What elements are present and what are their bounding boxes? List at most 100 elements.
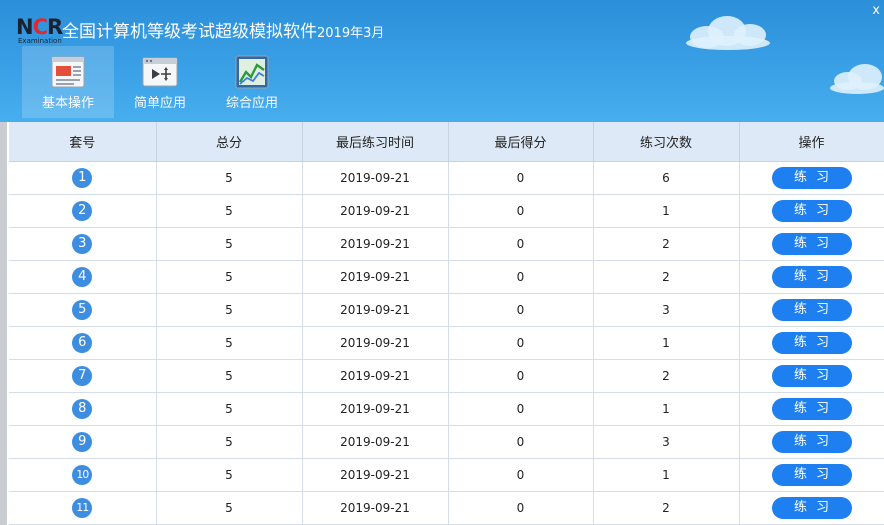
table-row[interactable]: 4 5 2019-09-21 0 2 练习 [9,260,884,294]
total-score-cell: 5 [156,359,303,393]
last-practice-time-cell: 2019-09-21 [302,326,449,360]
action-cell: 练习 [739,458,884,492]
practice-button[interactable]: 练习 [771,496,852,519]
total-score-cell: 5 [156,326,303,360]
action-cell: 练习 [739,359,884,393]
last-score-cell: 0 [448,227,594,261]
logo-letters: NCR [16,15,63,39]
practice-count-cell: 3 [593,293,740,327]
practice-button[interactable]: 练习 [771,232,852,255]
table-header-row: 套号 总分 最后练习时间 最后得分 练习次数 操作 [9,122,884,162]
tab-simple-application[interactable]: 简单应用 [114,46,206,118]
column-header-last-score[interactable]: 最后得分 [448,122,594,162]
practice-count-cell: 2 [593,491,740,525]
action-cell: 练习 [739,194,884,228]
table-row[interactable]: 1 5 2019-09-21 0 6 练习 [9,161,884,195]
table-row[interactable]: 3 5 2019-09-21 0 2 练习 [9,227,884,261]
practice-count-cell: 2 [593,227,740,261]
total-score-cell: 5 [156,458,303,492]
practice-button[interactable]: 练习 [771,199,852,222]
action-cell: 练习 [739,293,884,327]
table-row[interactable]: 2 5 2019-09-21 0 1 练习 [9,194,884,228]
set-number-badge: 4 [72,266,93,287]
last-score-cell: 0 [448,491,594,525]
last-practice-time-cell: 2019-09-21 [302,194,449,228]
action-cell: 练习 [739,161,884,195]
set-number-cell: 2 [9,194,157,228]
last-score-cell: 0 [448,326,594,360]
last-score-cell: 0 [448,161,594,195]
practice-button[interactable]: 练习 [771,331,852,354]
practice-button[interactable]: 练习 [771,430,852,453]
set-number-badge: 9 [72,431,93,452]
tab-comprehensive-application-label: 综合应用 [225,96,278,111]
ncre-logo: NCR Examination [16,15,63,46]
action-cell: 练习 [739,392,884,426]
last-practice-time-cell: 2019-09-21 [302,392,449,426]
set-number-badge: 7 [72,365,93,386]
comprehensive-application-icon [235,55,269,89]
last-score-cell: 0 [448,194,594,228]
tab-comprehensive-application[interactable]: 综合应用 [206,46,298,118]
table-row[interactable]: 6 5 2019-09-21 0 1 练习 [9,326,884,360]
table-row[interactable]: 5 5 2019-09-21 0 3 练习 [9,293,884,327]
last-score-cell: 0 [448,260,594,294]
column-header-total-score[interactable]: 总分 [156,122,303,162]
table-row[interactable]: 11 5 2019-09-21 0 2 练习 [9,491,884,525]
tab-basic-operation[interactable]: 基本操作 [22,46,114,118]
total-score-cell: 5 [156,260,303,294]
close-icon[interactable]: x [872,4,880,17]
practice-button[interactable]: 练习 [771,265,852,288]
action-cell: 练习 [739,326,884,360]
practice-count-cell: 1 [593,458,740,492]
action-cell: 练习 [739,491,884,525]
basic-operation-icon [51,56,85,88]
set-number-cell: 3 [9,227,157,261]
last-score-cell: 0 [448,425,594,459]
practice-button[interactable]: 练习 [771,463,852,486]
app-title-date: 2019年3月 [317,26,385,41]
total-score-cell: 5 [156,425,303,459]
set-number-cell: 9 [9,425,157,459]
practice-button[interactable]: 练习 [771,166,852,189]
set-number-cell: 10 [9,458,157,492]
table-row[interactable]: 8 5 2019-09-21 0 1 练习 [9,392,884,426]
last-practice-time-cell: 2019-09-21 [302,227,449,261]
set-number-badge: 1 [72,167,93,188]
table-body: 1 5 2019-09-21 0 6 练习 2 5 2019-09-21 0 1 练习 3 5 2019-0… [9,161,884,525]
table-row[interactable]: 10 5 2019-09-21 0 1 练习 [9,458,884,492]
set-number-cell: 6 [9,326,157,360]
practice-count-cell: 2 [593,359,740,393]
set-number-badge: 5 [72,299,93,320]
simple-application-icon [142,57,178,87]
set-number-cell: 8 [9,392,157,426]
app-title: 全国计算机等级考试超级模拟软件2019年3月 [62,20,384,46]
total-score-cell: 5 [156,392,303,426]
tab-simple-application-label: 简单应用 [133,96,186,111]
total-score-cell: 5 [156,227,303,261]
action-cell: 练习 [739,260,884,294]
practice-count-cell: 1 [593,194,740,228]
practice-button[interactable]: 练习 [771,364,852,387]
last-practice-time-cell: 2019-09-21 [302,458,449,492]
column-header-action[interactable]: 操作 [739,122,884,162]
column-header-last-practice-time[interactable]: 最后练习时间 [302,122,449,162]
column-header-set-number[interactable]: 套号 [9,122,157,162]
app-window: NCR Examination 全国计算机等级考试超级模拟软件2019年3月 x [0,0,884,525]
last-score-cell: 0 [448,293,594,327]
table-row[interactable]: 9 5 2019-09-21 0 3 练习 [9,425,884,459]
action-cell: 练习 [739,227,884,261]
table-row[interactable]: 7 5 2019-09-21 0 2 练习 [9,359,884,393]
practice-count-cell: 3 [593,425,740,459]
total-score-cell: 5 [156,491,303,525]
column-header-practice-count[interactable]: 练习次数 [593,122,740,162]
set-number-badge: 8 [72,398,93,419]
practice-button[interactable]: 练习 [771,397,852,420]
set-number-badge: 6 [72,332,93,353]
set-number-cell: 7 [9,359,157,393]
set-number-badge: 2 [72,200,93,221]
last-practice-time-cell: 2019-09-21 [302,425,449,459]
left-border-strip [0,122,7,525]
set-number-cell: 4 [9,260,157,294]
practice-button[interactable]: 练习 [771,298,852,321]
